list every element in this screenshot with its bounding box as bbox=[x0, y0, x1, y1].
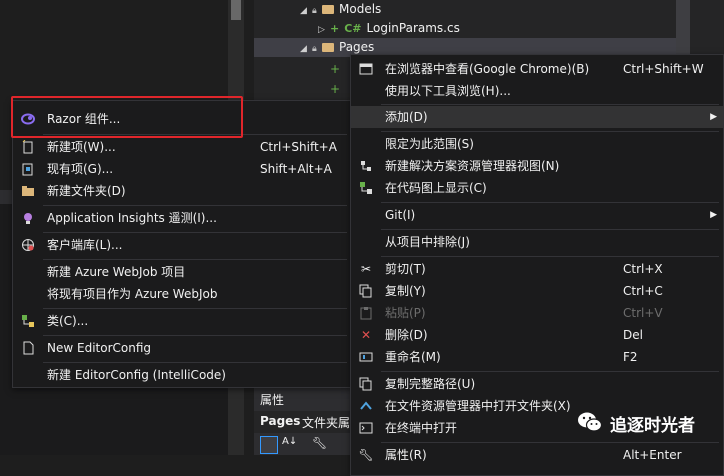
menu-item-delete[interactable]: ✕ 删除(D) Del bbox=[351, 324, 723, 346]
tree-item-label: Pages bbox=[339, 40, 375, 54]
menu-item-existing-as-webjob[interactable]: 将现有项目作为 Azure WebJob bbox=[13, 283, 351, 305]
menu-item-rename[interactable]: 重命名(M) F2 bbox=[351, 346, 723, 368]
submenu-arrow-icon: ▶ bbox=[710, 112, 717, 122]
menu-item-class[interactable]: 类(C)... bbox=[13, 310, 351, 332]
menu-item-scope-to-this[interactable]: 限定为此范围(S) bbox=[351, 133, 723, 155]
menu-item-show-on-code-map[interactable]: 在代码图上显示(C) bbox=[351, 177, 723, 199]
copy-path-icon bbox=[358, 377, 374, 391]
rename-icon bbox=[358, 350, 374, 364]
menu-item-git[interactable]: Git(I) ▶ bbox=[351, 204, 723, 226]
code-map-icon bbox=[358, 181, 374, 195]
delete-icon: ✕ bbox=[360, 328, 372, 342]
expand-triangle-icon[interactable]: ◢ bbox=[300, 40, 312, 59]
properties-title: 属性 bbox=[260, 393, 285, 407]
insights-icon bbox=[20, 211, 36, 225]
open-folder-icon bbox=[358, 399, 374, 413]
menu-item-new-item[interactable]: 新建项(W)... Ctrl+Shift+A bbox=[13, 136, 351, 158]
copy-icon bbox=[358, 284, 374, 298]
tree-item-label: Models bbox=[339, 2, 382, 16]
menu-item-client-library[interactable]: 客户端库(L)... bbox=[13, 234, 351, 256]
watermark: 追逐时光者 bbox=[576, 410, 724, 436]
folder-icon bbox=[322, 43, 334, 52]
menu-item-new-explorer-view[interactable]: 新建解决方案资源管理器视图(N) bbox=[351, 155, 723, 177]
menu-item-exclude-from-project[interactable]: 从项目中排除(J) bbox=[351, 231, 723, 253]
lock-icon: 🔒︎ bbox=[312, 44, 317, 54]
menu-item-new-azure-webjob[interactable]: 新建 Azure WebJob 项目 bbox=[13, 261, 351, 283]
properties-subject-type: 文件夹属 bbox=[302, 416, 351, 430]
client-library-icon bbox=[20, 238, 36, 252]
tree-child-marker: + bbox=[330, 62, 341, 76]
new-view-icon bbox=[358, 159, 374, 173]
terminal-icon bbox=[358, 421, 374, 435]
new-folder-icon bbox=[20, 184, 36, 198]
wrench-icon[interactable]: 🔧︎ bbox=[312, 436, 327, 450]
menu-item-copy-full-path[interactable]: 复制完整路径(U) bbox=[351, 373, 723, 395]
menu-item-existing-item[interactable]: 现有项(G)... Shift+Alt+A bbox=[13, 158, 351, 180]
categorized-icon[interactable] bbox=[260, 436, 278, 454]
properties-subject: Pages bbox=[260, 414, 301, 428]
properties-icon: 🔧︎ bbox=[358, 448, 374, 462]
editor-scrollbar-thumb[interactable] bbox=[231, 0, 241, 20]
highlight-box bbox=[11, 96, 243, 138]
paste-icon bbox=[358, 306, 374, 320]
menu-item-new-editorconfig[interactable]: New EditorConfig bbox=[13, 337, 351, 359]
cut-icon: ✂︎ bbox=[360, 262, 372, 276]
add-submenu: Razor 组件... 新建项(W)... Ctrl+Shift+A 现有项(G… bbox=[12, 100, 352, 388]
tree-item-models[interactable]: ◢ 🔒︎ Models bbox=[300, 0, 720, 19]
properties-panel-header: 属性 bbox=[254, 385, 354, 411]
menu-item-paste[interactable]: 粘贴(P) Ctrl+V bbox=[351, 302, 723, 324]
menu-item-properties[interactable]: 🔧︎ 属性(R) Alt+Enter bbox=[351, 444, 723, 466]
menu-item-cut[interactable]: ✂︎ 剪切(T) Ctrl+X bbox=[351, 258, 723, 280]
menu-item-copy[interactable]: 复制(Y) Ctrl+C bbox=[351, 280, 723, 302]
menu-item-new-folder[interactable]: 新建文件夹(D) bbox=[13, 180, 351, 202]
browser-icon bbox=[358, 62, 374, 76]
wechat-icon bbox=[578, 412, 603, 432]
menu-item-view-in-browser[interactable]: 在浏览器中查看(Google Chrome)(B) Ctrl+Shift+W bbox=[351, 58, 723, 80]
watermark-text: 追逐时光者 bbox=[610, 416, 695, 436]
class-icon bbox=[20, 314, 36, 328]
existing-item-icon bbox=[20, 162, 36, 176]
editorconfig-icon bbox=[20, 341, 36, 355]
new-item-icon bbox=[20, 139, 36, 154]
menu-item-add[interactable]: 添加(D) ▶ bbox=[351, 106, 723, 128]
expand-triangle-icon[interactable]: ◢ bbox=[300, 2, 312, 21]
tree-item-label: LoginParams.cs bbox=[366, 21, 460, 35]
menu-item-application-insights[interactable]: Application Insights 遥测(I)... bbox=[13, 207, 351, 229]
folder-icon bbox=[322, 5, 334, 14]
properties-toolbar: A↓ 🔧︎ bbox=[254, 433, 354, 455]
tree-child-marker: + bbox=[330, 82, 341, 96]
alphabetical-icon[interactable]: A↓ bbox=[282, 436, 297, 447]
properties-subject-bar: Pages 文件夹属 bbox=[254, 411, 354, 433]
menu-item-browse-with[interactable]: 使用以下工具浏览(H)... bbox=[351, 80, 723, 102]
csharp-file-icon: C# bbox=[344, 22, 362, 35]
menu-item-new-editorconfig-intellicode[interactable]: 新建 EditorConfig (IntelliCode) bbox=[13, 364, 351, 386]
submenu-arrow-icon: ▶ bbox=[710, 210, 717, 220]
tree-item-loginparams[interactable]: ▷ + C# LoginParams.cs bbox=[318, 19, 718, 38]
